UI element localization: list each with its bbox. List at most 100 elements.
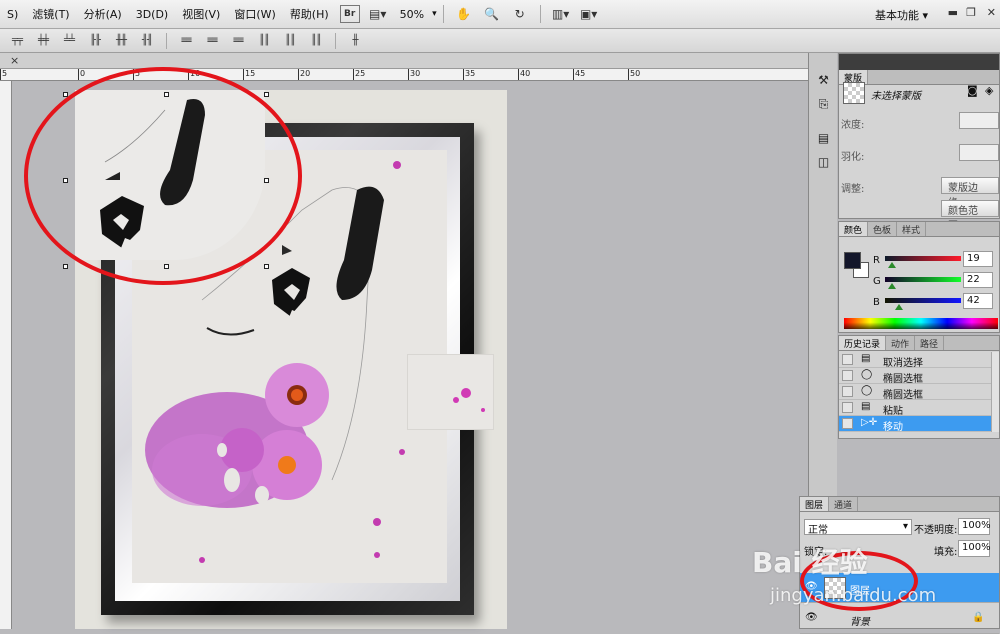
pasted-fragment[interactable] [407,354,494,430]
menu-item-select[interactable]: S) [0,8,25,21]
color-range-button[interactable]: 颜色范围... [941,200,999,232]
green-slider[interactable] [885,277,961,289]
distribute-top-icon[interactable]: ≡≡ [175,33,197,49]
layer-row[interactable]: 👁 背景 🔒 [800,604,999,634]
color-tab-row: 颜色 色板 样式 [839,222,999,237]
density-field[interactable] [959,112,999,129]
divider [335,32,336,49]
tab-styles[interactable]: 样式 [897,222,927,236]
hand-tool-icon[interactable]: ✋ [454,5,474,23]
r-value-field[interactable]: 19 [963,251,993,267]
screen-mode-toggle-icon[interactable]: ▣▾ [579,5,599,23]
distribute-left-icon[interactable]: ║║ [253,33,275,49]
bridge-icon[interactable]: Br [339,5,360,23]
history-item[interactable]: ▤ 粘贴 [839,400,991,417]
character-panel-icon[interactable]: ◫ [815,155,832,172]
zoom-level[interactable]: 50% [392,8,432,21]
history-item[interactable]: ▤ 取消选择 [839,352,991,369]
history-checkbox[interactable] [842,402,853,413]
tool-presets-icon[interactable]: ⚒ [815,73,832,90]
menu-item-3d[interactable]: 3D(D) [129,8,176,21]
transform-handle[interactable] [63,264,68,269]
distribute-bottom-icon[interactable]: ≡≡ [227,33,249,49]
tab-history[interactable]: 历史记录 [839,336,887,350]
align-top-icon[interactable]: ╤╤ [6,33,28,49]
panel-header[interactable] [839,54,999,70]
history-checkbox[interactable] [842,418,853,429]
screen-mode-icon[interactable]: ▤▾ [368,5,388,23]
ruler-tick: 5 [0,69,8,80]
workspace-switcher[interactable]: 基本功能 ▾ [875,7,928,23]
transform-handle[interactable] [264,264,269,269]
distribute-vcenter-icon[interactable]: ≡≡ [201,33,223,49]
minimize-icon[interactable]: ▬ [948,6,958,19]
history-item-label: 粘贴 [883,406,903,417]
visibility-eye-icon[interactable]: 👁 [805,612,818,623]
zoom-dropdown-icon[interactable]: ▾ [432,9,437,19]
align-left-icon[interactable]: ╟╟ [84,33,106,49]
b-value-field[interactable]: 42 [963,293,993,309]
menu-item-analysis[interactable]: 分析(A) [77,6,129,22]
history-item[interactable]: ◯ 椭圆选框 [839,368,991,385]
document-tab[interactable]: × [0,53,808,69]
align-right-icon[interactable]: ╢╢ [136,33,158,49]
distribute-right-icon[interactable]: ║║ [305,33,327,49]
menu-item-view[interactable]: 视图(V) [175,6,227,22]
auto-align-icon[interactable]: ╫ [344,33,366,49]
ruler-tick: 20 [297,69,311,80]
pixel-mask-icon[interactable]: ◙ [967,84,978,97]
watermark-logo: Bai 经验 [752,546,868,579]
tab-swatches[interactable]: 色板 [868,222,898,236]
menu-item-window[interactable]: 窗口(W) [227,6,282,22]
density-label: 浓度: [841,120,865,131]
fill-field[interactable]: 100% [958,540,991,557]
b-label: B [873,297,880,308]
blue-slider-thumb[interactable] [895,304,903,310]
clone-source-icon[interactable]: ⎘ [815,97,832,114]
history-checkbox[interactable] [842,354,853,365]
close-tab-icon[interactable]: × [10,54,19,67]
canvas-area[interactable] [13,67,808,629]
tab-channels[interactable]: 通道 [829,497,859,511]
g-value-field[interactable]: 22 [963,272,993,288]
blend-mode-select[interactable]: 正常 ▾ [804,519,912,536]
tab-color[interactable]: 颜色 [839,222,869,236]
arrange-documents-icon[interactable]: ▥▾ [551,5,571,23]
history-item[interactable]: ◯ 椭圆选框 [839,384,991,401]
tab-paths[interactable]: 路径 [915,336,945,350]
close-window-icon[interactable]: ✕ [987,6,996,19]
opacity-field[interactable]: 100% [958,518,991,535]
info-panel-icon[interactable]: ▤ [815,131,832,148]
layer-name[interactable]: 背景 [850,613,870,628]
foreground-color-swatch[interactable] [844,252,861,269]
distribute-hcenter-icon[interactable]: ║║ [279,33,301,49]
tab-actions[interactable]: 动作 [886,336,916,350]
align-vcenter-icon[interactable]: ╪╪ [32,33,54,49]
vector-mask-icon[interactable]: ◈ [985,84,993,97]
menu-item-filter[interactable]: 滤镜(T) [25,6,76,22]
align-bottom-icon[interactable]: ╧╧ [58,33,80,49]
history-checkbox[interactable] [842,386,853,397]
ruler-vertical[interactable] [0,81,12,629]
feather-label: 羽化: [841,152,865,163]
ruler-tick: 15 [242,69,256,80]
feather-field[interactable] [959,144,999,161]
transform-handle[interactable] [264,92,269,97]
history-item-selected[interactable]: ▷✛ 移动 [839,416,991,433]
mask-edge-button[interactable]: 蒙版边缘... [941,177,999,209]
red-slider[interactable] [885,256,961,268]
adjust-label: 调整: [841,184,865,195]
restore-icon[interactable]: ❐ [966,6,976,19]
menu-item-help[interactable]: 帮助(H) [283,6,336,22]
history-checkbox[interactable] [842,370,853,381]
tab-layers[interactable]: 图层 [800,497,830,511]
blue-slider[interactable] [885,298,961,310]
color-spectrum-bar[interactable] [844,318,998,329]
history-scrollbar[interactable] [991,352,999,432]
zoom-tool-icon[interactable]: 🔍 [482,5,502,23]
rotate-view-icon[interactable]: ↻ [510,5,530,23]
green-slider-thumb[interactable] [888,283,896,289]
red-slider-thumb[interactable] [888,262,896,268]
masks-panel: 蒙版 未选择蒙版 ◙ ◈ 浓度: 羽化: 调整: 蒙版边缘... 颜色范围... [838,53,1000,232]
align-hcenter-icon[interactable]: ╫╫ [110,33,132,49]
